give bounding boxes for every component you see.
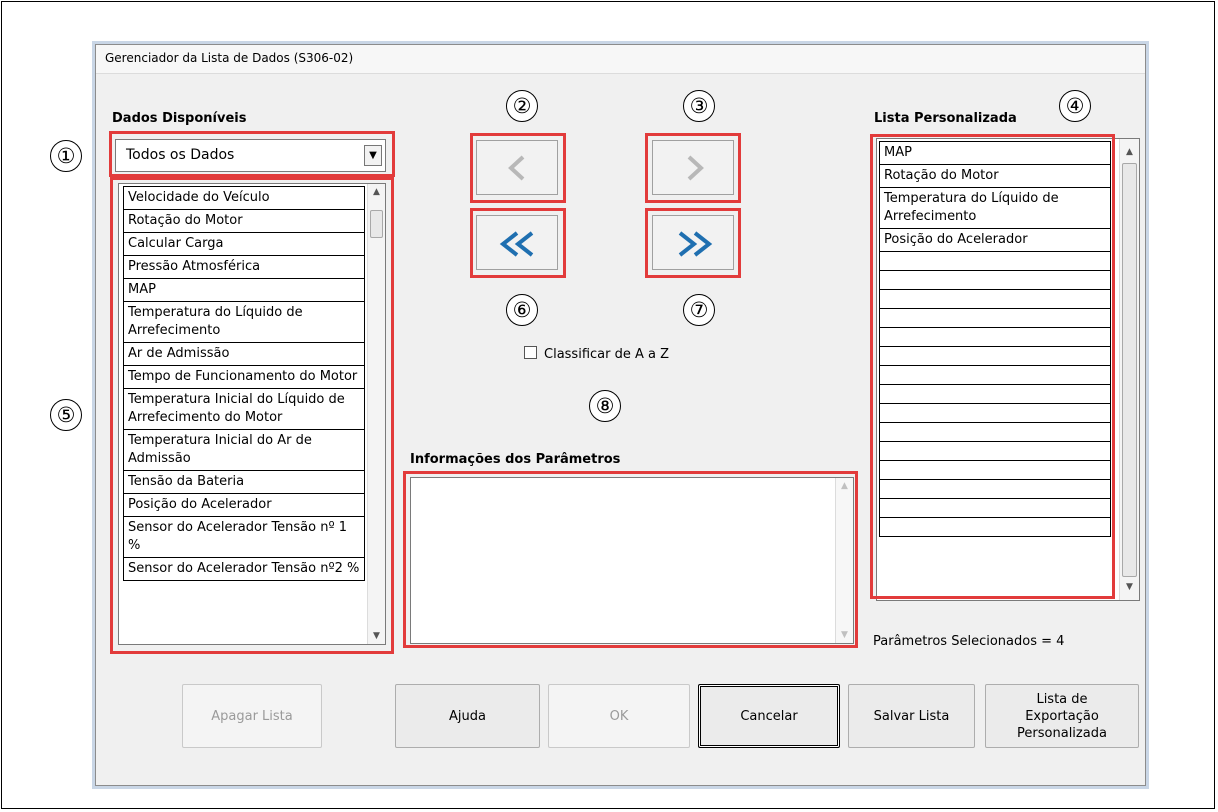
ok-button[interactable]: OK xyxy=(548,684,690,748)
clear-list-button[interactable]: Apagar Lista xyxy=(182,684,322,748)
callout-2: ② xyxy=(506,90,538,122)
callout-highlight-5 xyxy=(110,177,394,654)
sort-checkbox-label: Classificar de A a Z xyxy=(544,347,670,362)
cancel-button[interactable]: Cancelar xyxy=(698,684,840,748)
scroll-thumb[interactable] xyxy=(1122,163,1137,577)
callout-3: ③ xyxy=(683,90,715,122)
callout-6: ⑥ xyxy=(506,294,538,326)
callout-8: ⑧ xyxy=(589,390,621,422)
callout-highlight-8 xyxy=(403,471,858,648)
callout-highlight-7 xyxy=(645,208,741,278)
window-title: Gerenciador da Lista de Dados (S306-02) xyxy=(105,51,354,65)
help-button[interactable]: Ajuda xyxy=(395,684,540,748)
callout-1: ① xyxy=(50,140,82,172)
export-custom-list-button[interactable]: Lista de Exportação Personalizada xyxy=(985,684,1139,748)
sort-option[interactable]: Classificar de A a Z xyxy=(524,346,669,362)
callout-7: ⑦ xyxy=(683,294,715,326)
callout-highlight-3 xyxy=(645,133,741,203)
callout-highlight-4 xyxy=(870,134,1115,599)
selected-count-status: Parâmetros Selecionados = 4 xyxy=(873,634,1065,649)
callout-4: ④ xyxy=(1059,90,1091,122)
custom-list-heading: Lista Personalizada xyxy=(874,111,1017,126)
callout-highlight-6 xyxy=(470,208,566,278)
callout-highlight-1 xyxy=(109,131,395,177)
scroll-up-icon[interactable]: ▲ xyxy=(1120,147,1139,157)
parameter-info-heading: Informações dos Parâmetros xyxy=(410,452,621,467)
save-list-button[interactable]: Salvar Lista xyxy=(848,684,975,748)
sort-checkbox[interactable] xyxy=(524,346,537,359)
scroll-down-icon[interactable]: ▼ xyxy=(1120,582,1139,592)
custom-list-scrollbar[interactable]: ▲ ▼ xyxy=(1119,139,1139,600)
available-data-heading: Dados Disponíveis xyxy=(112,111,247,126)
callout-highlight-2 xyxy=(470,133,566,203)
callout-5: ⑤ xyxy=(50,399,82,431)
